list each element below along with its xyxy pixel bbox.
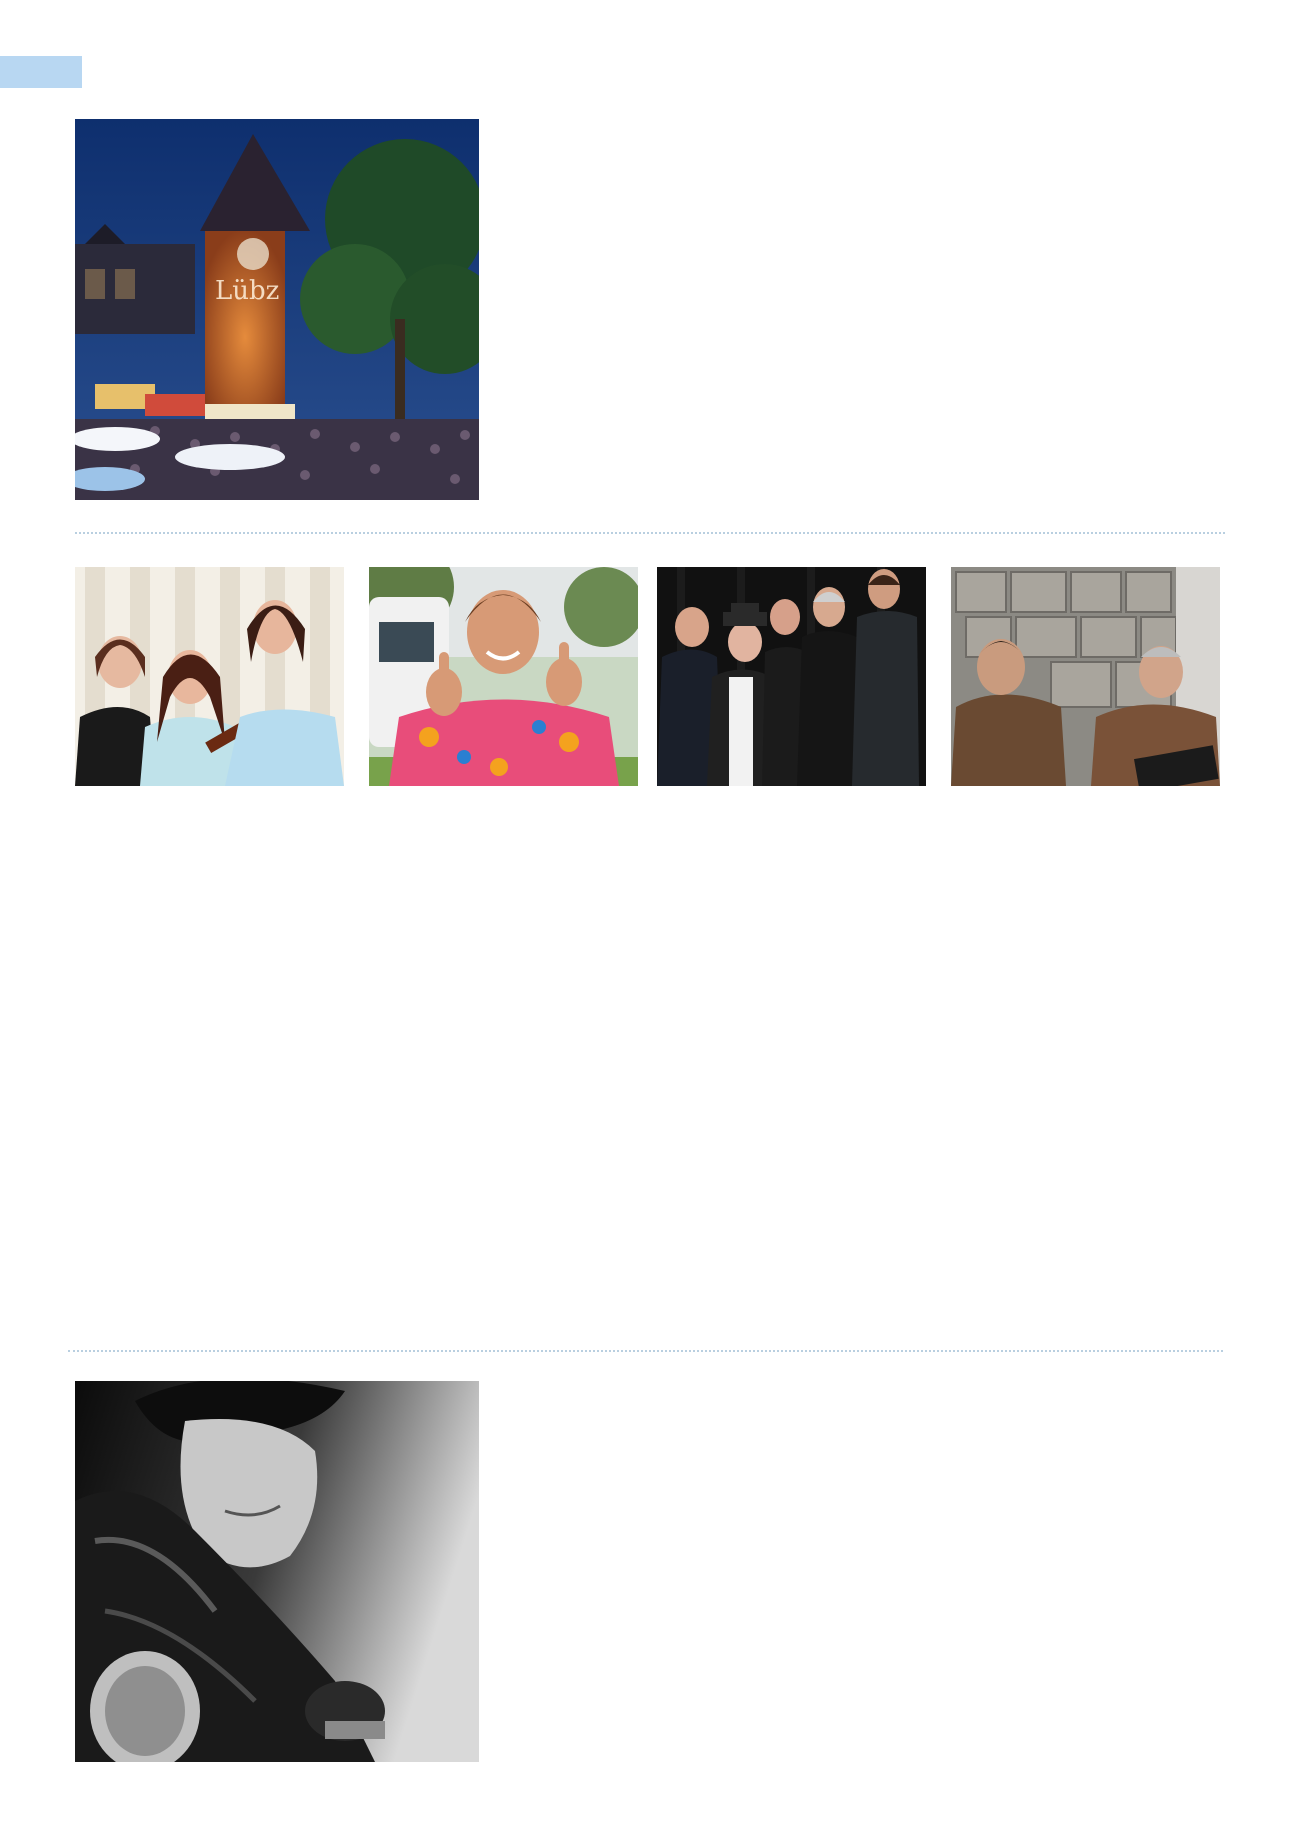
section-divider bbox=[75, 532, 1225, 534]
trio-musicians-photo bbox=[75, 567, 344, 786]
festival-tower-photo: Lübz bbox=[75, 119, 479, 500]
svg-text:Lübz: Lübz bbox=[215, 276, 279, 306]
monks-singing-photo bbox=[951, 567, 1220, 786]
thumbs-up-man-photo bbox=[369, 567, 638, 786]
band-group-photo bbox=[657, 567, 926, 786]
page-corner-tab bbox=[0, 56, 82, 88]
section-divider bbox=[68, 1350, 1223, 1352]
singer-portrait-photo bbox=[75, 1381, 479, 1762]
